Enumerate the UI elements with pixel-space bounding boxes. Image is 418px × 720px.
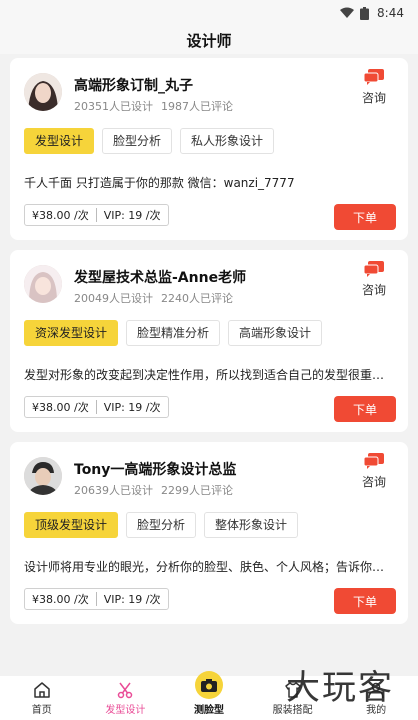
tab-home[interactable]: 首页 <box>7 681 77 716</box>
chat-icon <box>364 261 384 277</box>
avatar <box>24 73 62 111</box>
tag-list: 发型设计 脸型分析 私人形象设计 <box>24 128 275 154</box>
watermark-logo: 大玩客 <box>286 668 394 708</box>
chat-icon <box>364 69 384 85</box>
design-count: 20049人已设计 <box>74 292 153 305</box>
camera-icon <box>194 671 223 699</box>
tag[interactable]: 高端形象设计 <box>228 320 323 346</box>
tag-list: 顶级发型设计 脸型分析 整体形象设计 <box>24 512 299 538</box>
tab-hair-design[interactable]: 发型设计 <box>90 681 160 716</box>
designer-name: 发型屋技术总监-Anne老师 <box>74 270 247 286</box>
order-button[interactable]: 下单 <box>334 588 396 614</box>
comment-count: 2240人已评论 <box>161 292 233 305</box>
consult-button[interactable]: 咨询 <box>358 261 390 298</box>
tab-label: 测脸型 <box>193 705 224 716</box>
designer-stats: 20639人已设计 2299人已评论 <box>74 482 233 498</box>
designer-name: 高端形象订制_丸子 <box>74 78 193 94</box>
price-box: ¥38.00 /次 VIP: 19 /次 <box>24 396 169 418</box>
consult-button[interactable]: 咨询 <box>358 69 390 106</box>
designer-card[interactable]: Tony一高端形象设计总监 20639人已设计 2299人已评论 咨询 顶级发型… <box>10 442 408 624</box>
page-title: 设计师 <box>0 26 418 54</box>
tag[interactable]: 资深发型设计 <box>24 320 119 346</box>
tag[interactable]: 脸型分析 <box>126 512 197 538</box>
order-button[interactable]: 下单 <box>334 396 396 422</box>
price-box: ¥38.00 /次 VIP: 19 /次 <box>24 588 169 610</box>
price: ¥38.00 /次 <box>32 593 89 606</box>
price: ¥38.00 /次 <box>32 209 89 222</box>
avatar <box>24 457 62 495</box>
designer-card[interactable]: 高端形象订制_丸子 20351人已设计 1987人已评论 咨询 发型设计 脸型分… <box>10 58 408 240</box>
vip-price: VIP: 19 /次 <box>103 209 161 222</box>
designer-list: 高端形象订制_丸子 20351人已设计 1987人已评论 咨询 发型设计 脸型分… <box>10 58 408 634</box>
comment-count: 2299人已评论 <box>161 484 233 497</box>
vip-price: VIP: 19 /次 <box>103 401 161 414</box>
status-icons <box>340 6 370 20</box>
avatar <box>24 265 62 303</box>
battery-icon <box>360 6 370 20</box>
tag[interactable]: 私人形象设计 <box>180 128 275 154</box>
chat-icon <box>364 453 384 469</box>
design-count: 20639人已设计 <box>74 484 153 497</box>
status-bar: 8:44 <box>0 0 418 26</box>
designer-card[interactable]: 发型屋技术总监-Anne老师 20049人已设计 2240人已评论 咨询 资深发… <box>10 250 408 432</box>
consult-label: 咨询 <box>361 283 386 297</box>
order-button[interactable]: 下单 <box>334 204 396 230</box>
tab-label: 发型设计 <box>105 705 146 716</box>
tag[interactable]: 发型设计 <box>24 128 95 154</box>
scissors-icon <box>118 682 133 699</box>
tab-label: 首页 <box>31 705 52 716</box>
designer-description: 千人千面 只打造属于你的那款 微信：wanzi_7777 <box>24 176 295 190</box>
status-time: 8:44 <box>377 6 404 20</box>
vip-price: VIP: 19 /次 <box>103 593 161 606</box>
designer-description: 设计师将用专业的眼光，分析你的脸型、肤色、个人风格；告诉你… <box>24 560 385 574</box>
price: ¥38.00 /次 <box>32 401 89 414</box>
tag[interactable]: 脸型精准分析 <box>126 320 221 346</box>
consult-label: 咨询 <box>361 475 386 489</box>
price-box: ¥38.00 /次 VIP: 19 /次 <box>24 204 169 226</box>
tag[interactable]: 脸型分析 <box>102 128 173 154</box>
home-icon <box>34 682 50 698</box>
design-count: 20351人已设计 <box>74 100 153 113</box>
tag-list: 资深发型设计 脸型精准分析 高端形象设计 <box>24 320 323 346</box>
designer-name: Tony一高端形象设计总监 <box>74 462 237 478</box>
designer-stats: 20049人已设计 2240人已评论 <box>74 290 233 306</box>
tag[interactable]: 顶级发型设计 <box>24 512 119 538</box>
consult-button[interactable]: 咨询 <box>358 453 390 490</box>
wifi-icon <box>340 7 355 18</box>
designer-description: 发型对形象的改变起到决定性作用，所以找到适合自己的发型很重… <box>24 368 385 382</box>
tag[interactable]: 整体形象设计 <box>204 512 299 538</box>
designer-stats: 20351人已设计 1987人已评论 <box>74 98 233 114</box>
comment-count: 1987人已评论 <box>161 100 233 113</box>
tab-face-test[interactable]: 测脸型 <box>174 671 244 716</box>
consult-label: 咨询 <box>361 91 386 105</box>
